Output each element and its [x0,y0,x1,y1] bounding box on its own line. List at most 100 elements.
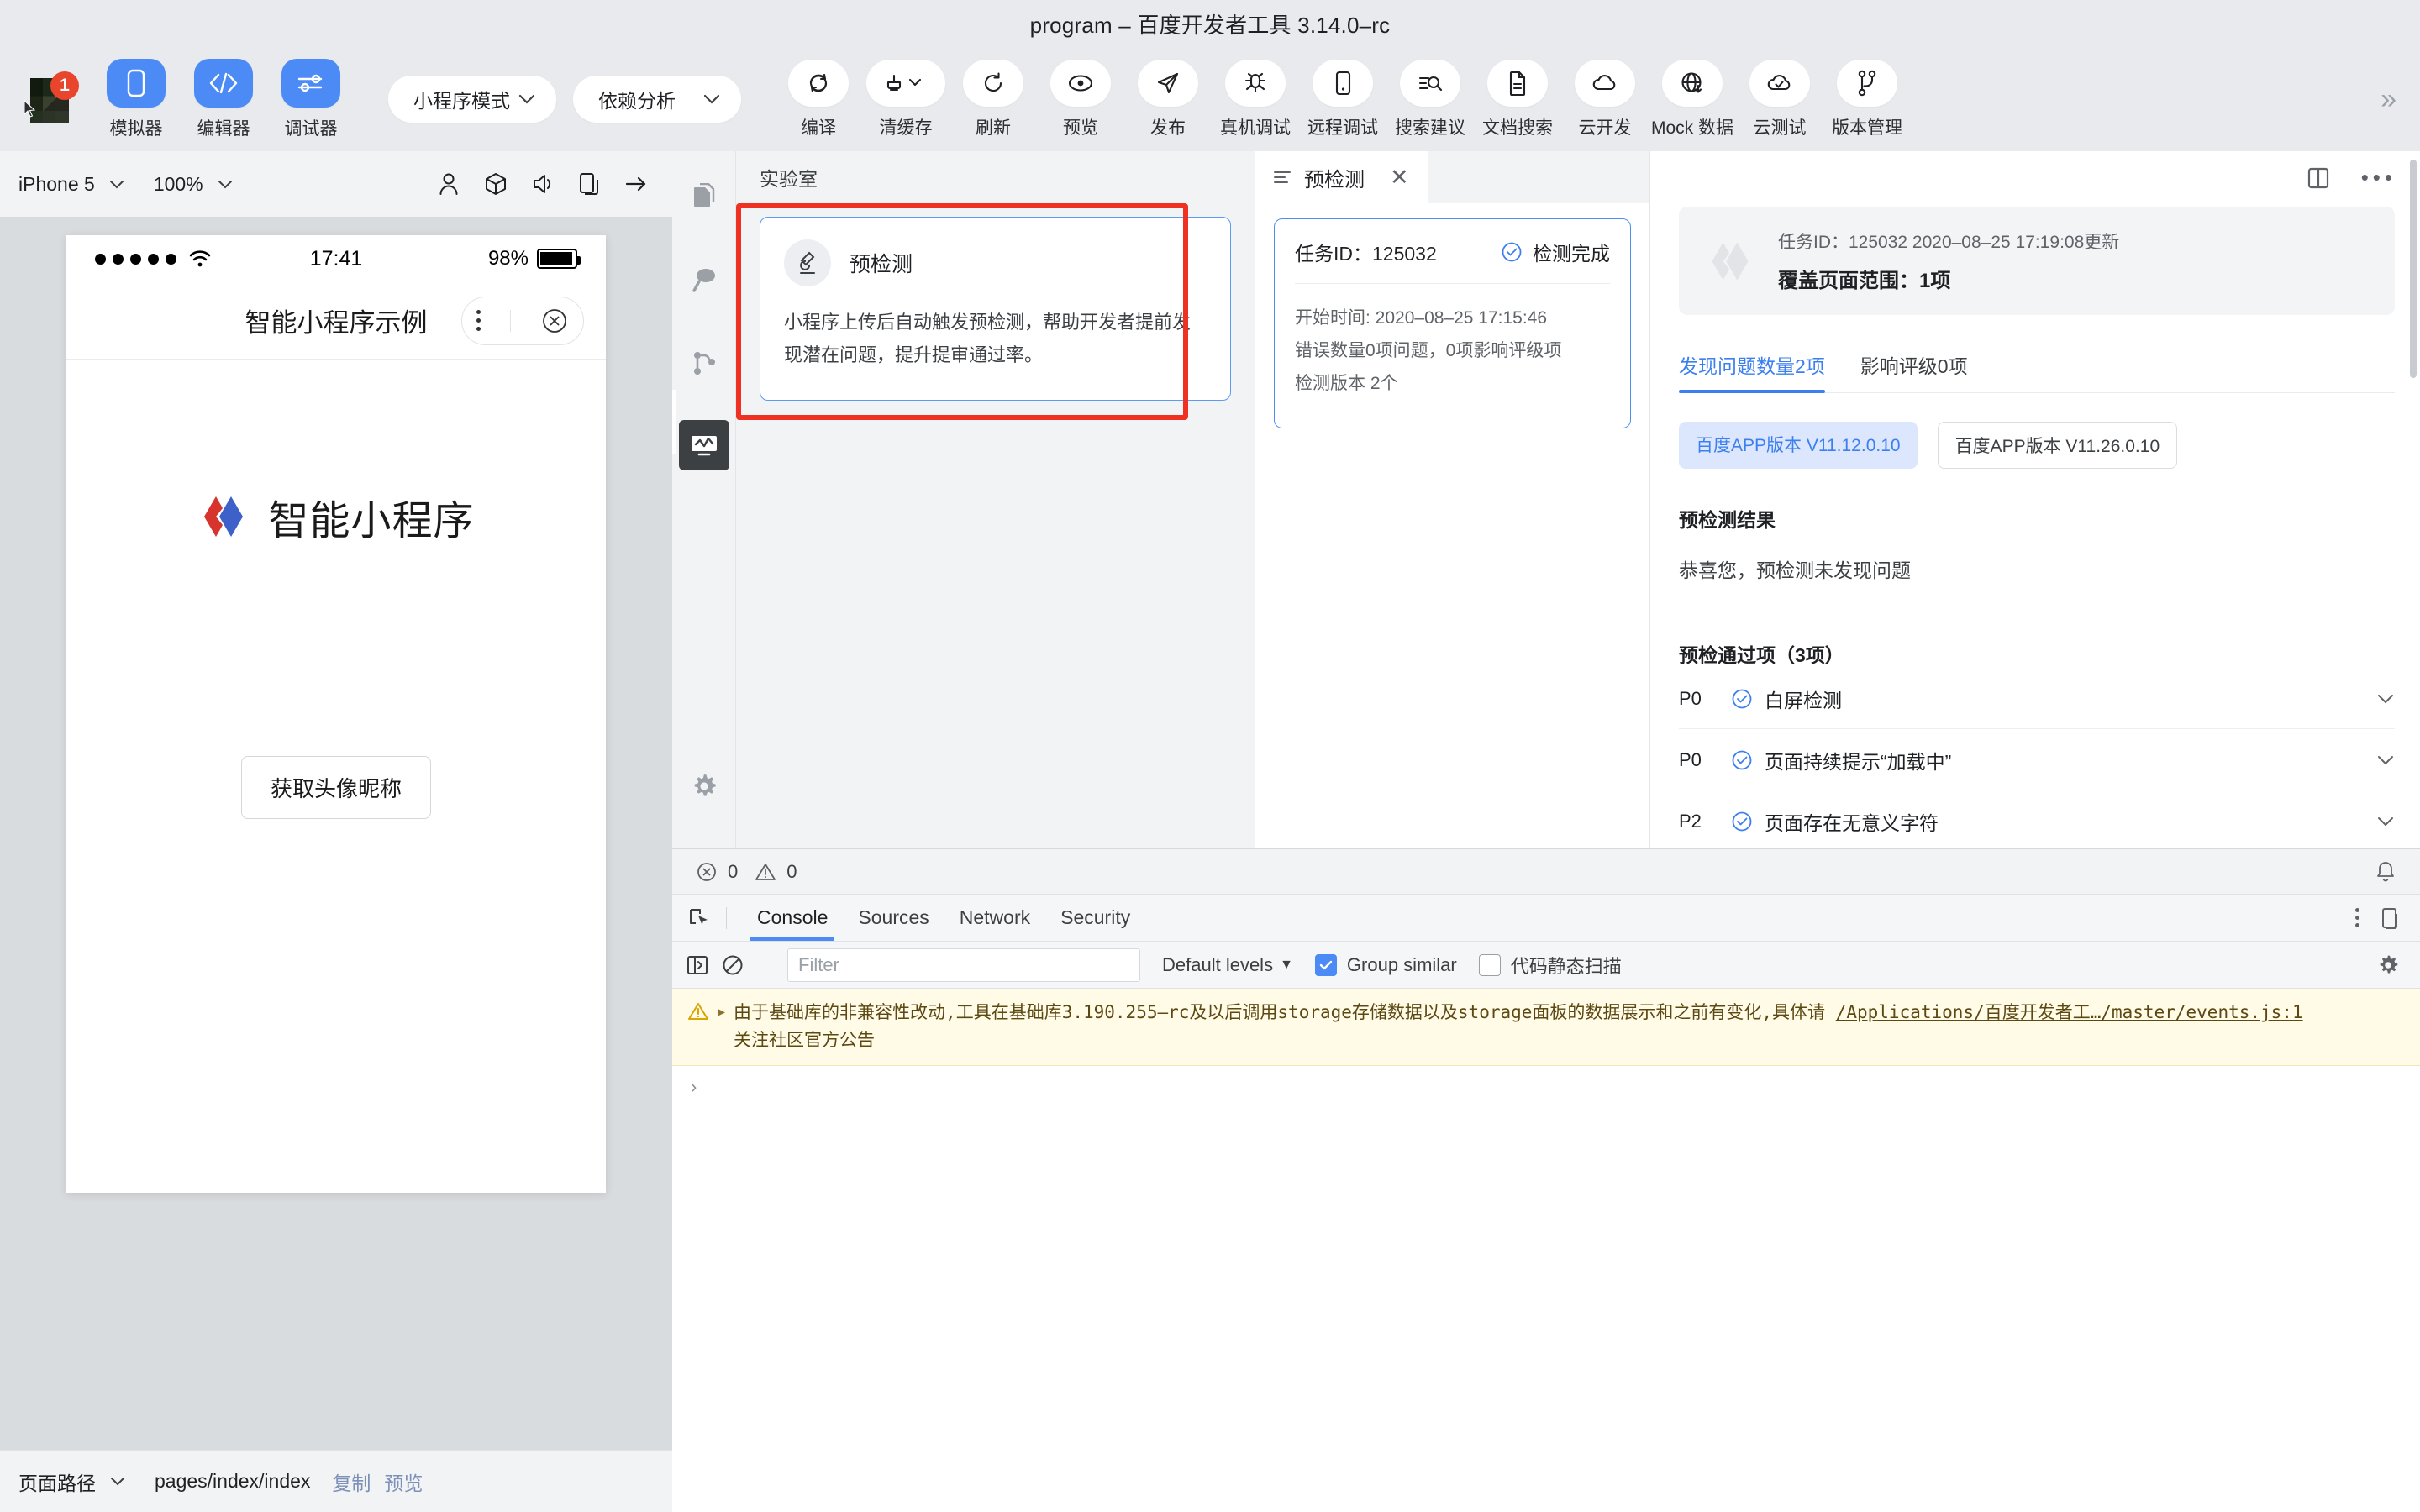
console-levels-select[interactable]: Default levels ▼ [1162,954,1293,976]
clear-console-icon[interactable] [721,953,744,977]
page-path-value: pages/index/index [155,1470,311,1492]
precheck-result-title: 预检测结果 [1679,509,1776,531]
detail-scrollbar[interactable] [2410,160,2417,378]
chip-baidu-app-version-2[interactable]: 百度APP版本 V11.26.0.10 [1937,422,2178,469]
toolbar-button-editor[interactable]: 编辑器 [187,58,260,140]
more-horizontal-icon[interactable]: ••• [2361,165,2396,191]
app-logo[interactable]: 1 [18,68,81,130]
phone-capsule-buttons[interactable] [461,296,584,345]
console-levels-label: Default levels [1162,953,1274,975]
user-icon[interactable] [437,171,460,197]
device-select[interactable]: iPhone 5 [18,173,125,196]
toolbar-button-version-manage[interactable]: 版本管理 [1831,59,1903,139]
toolbar-button-publish[interactable]: 发布 [1132,59,1204,139]
group-similar-checkbox-group[interactable]: Group similar [1314,953,1457,976]
warning-count: 0 [786,860,797,882]
toolbar-button-real-device-debug[interactable]: 真机调试 [1219,59,1292,139]
chevron-down-icon[interactable] [2376,693,2395,705]
chevron-down-icon[interactable] [2376,754,2395,766]
lab-card-prechecking[interactable]: 预检测 小程序上传后自动触发预检测，帮助开发者提前发现潜在问题，提升提审通过率。 [760,217,1231,401]
notification-badge[interactable]: 1 [50,71,79,100]
passed-item-row[interactable]: P2 页面存在无意义字符 [1679,790,2395,848]
passed-item-row[interactable]: P0 页面持续提示“加载中” [1679,729,2395,790]
rail-item-settings[interactable] [679,761,729,811]
rail-item-files[interactable] [679,173,729,223]
mode-select[interactable]: 小程序模式 [388,76,556,123]
preview-path-link[interactable]: 预览 [384,1467,423,1496]
toolbar-button-search-suggestion[interactable]: 搜索建议 [1394,59,1466,139]
devtools-tab-sources[interactable]: Sources [843,895,944,941]
toolbar-button-simulator[interactable]: 模拟器 [100,58,172,140]
rotate-device-icon[interactable] [578,171,600,197]
task-tab-prechecking[interactable]: 预检测 ✕ [1255,151,1428,203]
rail-item-source-control[interactable] [679,338,729,388]
toolbar-button-compile[interactable]: 编译 [782,59,855,139]
analysis-select-control[interactable]: 依赖分析 [573,76,741,123]
devtools-tab-network[interactable]: Network [944,895,1045,941]
close-icon[interactable]: ✕ [1390,165,1409,191]
toolbar-label: 真机调试 [1220,118,1291,138]
analysis-select[interactable]: 依赖分析 [573,76,741,123]
task-start-time: 开始时间: 2020–08–25 17:15:46 [1295,308,1548,328]
console-warning-source-link[interactable]: /Applications/百度开发者工…/master/events.js:1 [1836,1002,2303,1022]
static-scan-checkbox-group[interactable]: 代码静态扫描 [1478,952,1622,979]
toolbar-button-cloud-dev[interactable]: 云开发 [1569,59,1641,139]
toolbar-button-clear-cache[interactable]: 清缓存 [866,59,945,139]
toolbar-button-doc-search[interactable]: 文档搜索 [1481,59,1554,139]
brand-text: 智能小程序 [268,499,475,543]
toolbar-label: 搜索建议 [1395,118,1465,138]
get-avatar-nickname-button[interactable]: 获取头像昵称 [240,756,431,819]
devtools-tab-security[interactable]: Security [1045,895,1145,941]
toolbar-label: 远程调试 [1307,118,1378,138]
toolbar-button-mock-data[interactable]: Mock 数据 [1651,59,1733,139]
rail-item-search[interactable] [679,255,729,306]
volume-icon[interactable] [531,172,555,196]
check-circle-icon [1731,688,1753,710]
tab-found-issues[interactable]: 发现问题数量2项 [1679,350,1825,393]
devtools-counters: 0 0 [672,849,2420,895]
device-select-value: iPhone 5 [18,172,95,195]
toolbar-overflow-button[interactable]: » [2381,83,2402,116]
zoom-select[interactable]: 100% [154,173,234,196]
more-vertical-icon[interactable] [2355,908,2360,927]
bell-icon[interactable] [2375,860,2396,884]
passed-item-row[interactable]: P0 白屏检测 [1679,668,2395,729]
task-card[interactable]: 任务ID：125032 检测完成 开始时间: 2020–08–25 17:15:… [1274,218,1631,428]
check-circle-icon [1731,811,1753,832]
close-circle-icon[interactable] [540,307,569,335]
tab-rating-impact[interactable]: 影响评级0项 [1860,350,1968,392]
console-warning-message[interactable]: ▸ 由于基础库的非兼容性改动,工具在基础库3.190.255–rc及以后调用st… [672,989,2420,1067]
static-scan-checkbox[interactable] [1478,953,1501,976]
rail-item-analytics[interactable] [678,420,729,470]
mode-select-control[interactable]: 小程序模式 [388,76,556,123]
toolbar-button-cloud-test[interactable]: 云测试 [1744,59,1816,139]
console-prompt-row[interactable]: › [672,1066,2420,1108]
chevron-down-icon[interactable] [2376,816,2395,827]
chip-baidu-app-version-1[interactable]: 百度APP版本 V11.12.0.10 [1679,422,1918,469]
lab-card-description: 小程序上传后自动触发预检测，帮助开发者提前发现潜在问题，提升提审通过率。 [784,312,1192,365]
error-count: 0 [728,860,739,882]
static-scan-label: 代码静态扫描 [1510,955,1622,977]
inspect-icon[interactable] [687,906,711,930]
devtools-tab-console[interactable]: Console [742,895,843,941]
show-sidebar-icon[interactable] [686,954,709,976]
gear-icon[interactable] [2376,953,2407,977]
group-similar-checkbox[interactable] [1314,953,1337,976]
summary-card: 任务ID：125032 2020–08–25 17:19:08更新 覆盖页面范围… [1679,207,2395,315]
toolbar-button-preview[interactable]: 预览 [1044,59,1117,139]
split-pane-icon[interactable] [2306,166,2331,190]
phone-nav-title: 智能小程序示例 [245,308,428,338]
device-toolbar-icon[interactable] [2380,906,2400,930]
document-icon [1487,59,1548,107]
console-filter-input[interactable]: Filter [787,948,1140,982]
toolbar-button-debugger[interactable]: 调试器 [275,58,347,140]
lab-card-header: 预检测 [784,239,1207,286]
toolbar-button-remote-debug[interactable]: 远程调试 [1307,59,1379,139]
chevron-down-icon[interactable] [109,1476,126,1487]
toolbar-button-refresh[interactable]: 刷新 [957,59,1029,139]
copy-path-link[interactable]: 复制 [332,1467,371,1496]
cube-icon[interactable] [484,171,508,197]
arrow-right-icon[interactable] [623,174,649,194]
expand-caret-icon[interactable]: ▸ [718,1003,725,1021]
more-icon[interactable] [476,310,481,331]
